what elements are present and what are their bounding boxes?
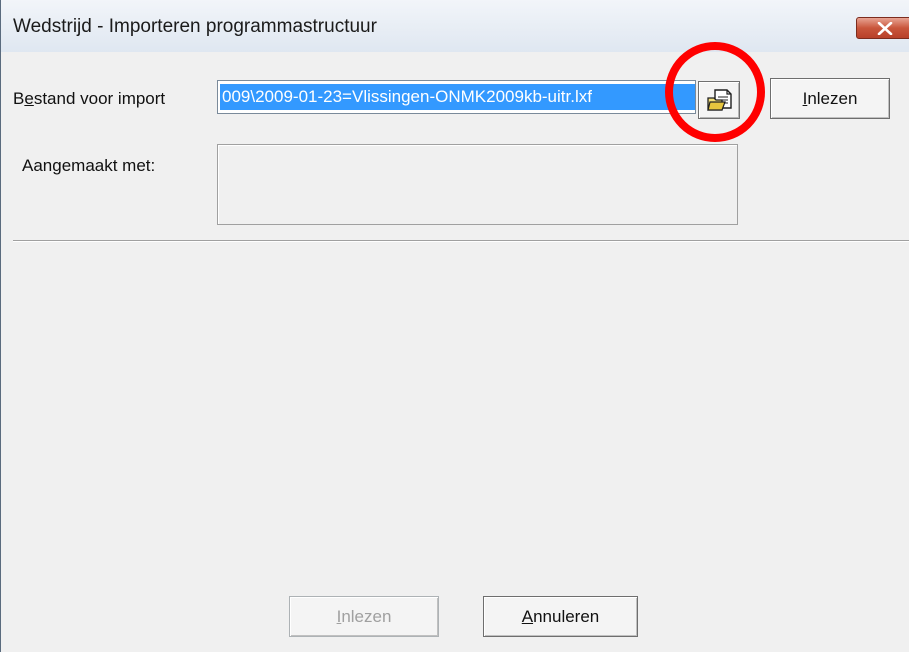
window-title: Wedstrijd - Importeren programmastructuu… — [13, 16, 377, 37]
close-button[interactable] — [856, 17, 909, 39]
title-bar[interactable]: Wedstrijd - Importeren programmastructuu… — [1, 0, 909, 52]
browse-button[interactable] — [698, 81, 740, 119]
read-button-bottom[interactable]: Inlezen — [289, 596, 439, 637]
import-dialog: Wedstrijd - Importeren programmastructuu… — [0, 0, 909, 652]
cancel-button[interactable]: Annuleren — [483, 596, 638, 637]
file-label: Bestand voor import — [13, 89, 166, 108]
created-with-field — [217, 144, 738, 225]
folder-open-icon — [707, 89, 732, 111]
separator-line — [13, 240, 909, 242]
file-path-input[interactable]: 009\2009-01-23=Vlissingen-ONMK2009kb-uit… — [217, 80, 696, 114]
created-with-label: Aangemaakt met: — [22, 156, 156, 175]
close-icon — [877, 22, 893, 35]
file-path-value: 009\2009-01-23=Vlissingen-ONMK2009kb-uit… — [220, 84, 695, 110]
read-button-top[interactable]: Inlezen — [770, 78, 890, 119]
